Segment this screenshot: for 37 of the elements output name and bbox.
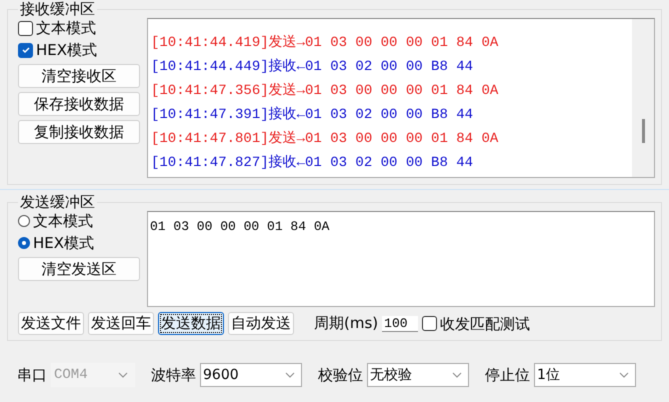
match-test-checkbox[interactable]: 收发匹配测试 xyxy=(422,314,530,334)
mode-checkbox[interactable]: HEX模式 xyxy=(18,40,140,60)
log-line: [10:41:44.419]发送→01 03 00 00 00 01 84 0A xyxy=(151,34,500,53)
scrollbar[interactable] xyxy=(632,19,654,177)
action-button[interactable]: 复制接收数据 xyxy=(18,120,140,144)
mode-checkbox[interactable]: 文本模式 xyxy=(18,18,140,38)
mode-radio[interactable]: HEX模式 xyxy=(18,233,140,253)
setting-dropdown[interactable]: 无校验 xyxy=(367,363,469,387)
action-button[interactable]: 保存接收数据 xyxy=(18,92,140,116)
log-line: [10:41:44.449]接收←01 03 02 00 00 B8 44 xyxy=(151,57,474,77)
log-line: [10:41:47.801]发送→01 03 00 00 00 01 84 0A xyxy=(151,130,500,149)
setting-label: 停止位 xyxy=(485,366,530,384)
group-title: 接收缓冲区 xyxy=(19,0,96,18)
caret-icon xyxy=(118,372,128,378)
check-icon xyxy=(20,45,30,55)
send-action-button[interactable]: 发送文件 xyxy=(18,312,84,335)
group-title: 发送缓冲区 xyxy=(19,193,96,211)
setting-dropdown[interactable]: 1位 xyxy=(534,363,636,387)
clear-send-button[interactable]: 清空发送区 xyxy=(18,257,140,281)
setting-label: 串口 xyxy=(17,366,47,384)
caret-icon xyxy=(619,372,629,378)
caret-icon xyxy=(285,372,295,378)
setting-dropdown[interactable]: 9600 xyxy=(200,363,302,387)
log-line: [10:41:47.391]接收←01 03 02 00 00 B8 44 xyxy=(151,105,474,125)
setting-label: 波特率 xyxy=(151,366,196,384)
action-button[interactable]: 清空接收区 xyxy=(18,64,140,88)
send-input[interactable]: 01 03 00 00 00 01 84 0A xyxy=(147,211,655,307)
send-action-button[interactable]: 自动发送 xyxy=(228,312,294,335)
send-action-button[interactable]: 发送数据 xyxy=(158,312,224,335)
send-action-button[interactable]: 发送回车 xyxy=(88,312,154,335)
mode-radio[interactable]: 文本模式 xyxy=(18,211,140,231)
setting-label: 校验位 xyxy=(318,366,363,384)
period-label: 周期(ms) xyxy=(314,314,378,333)
log-line: [10:41:47.356]发送→01 03 00 00 00 01 84 0A xyxy=(151,82,500,101)
log-line: [10:41:47.827]接收←01 03 02 00 00 B8 44 xyxy=(151,153,474,173)
period-field[interactable]: 100 xyxy=(382,316,418,332)
caret-icon xyxy=(452,372,462,378)
